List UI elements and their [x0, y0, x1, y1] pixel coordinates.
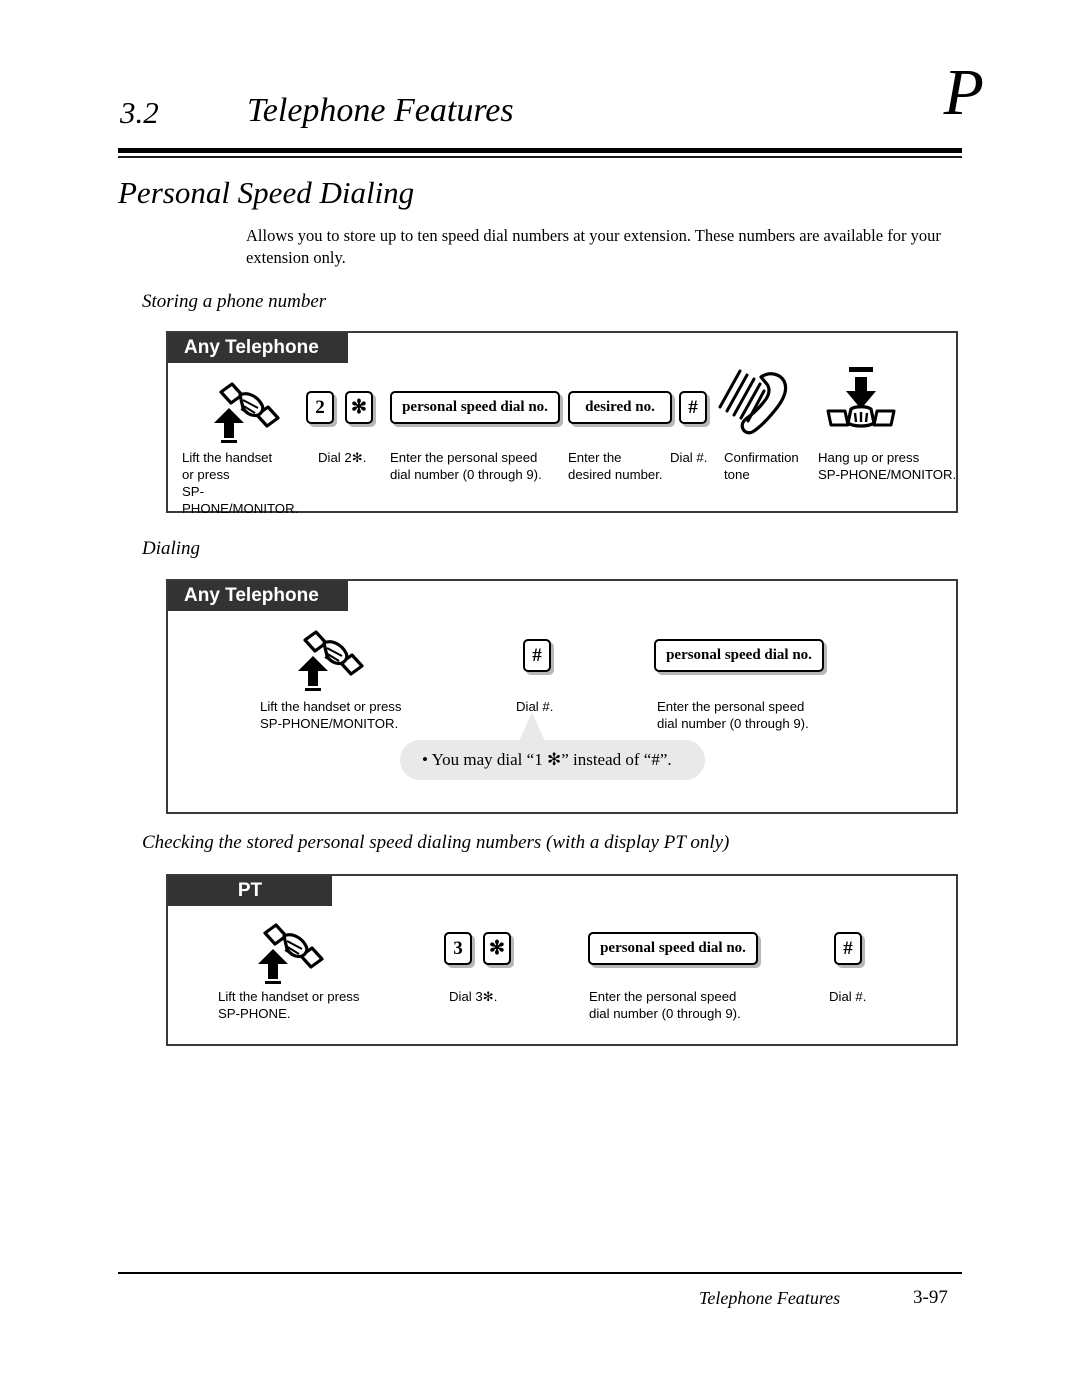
procedure-tab-any-telephone: Any Telephone — [168, 333, 348, 363]
lift-handset-icon — [286, 629, 366, 696]
section-number: 3.2 — [120, 95, 159, 130]
keycap-2[interactable]: 2 — [306, 391, 334, 424]
keycap-3[interactable]: 3 — [444, 932, 472, 965]
step-label-dial-hash: Dial #. — [829, 989, 867, 1004]
subheading-checking: Checking the stored personal speed diali… — [142, 832, 730, 853]
step-label-hang-up: Hang up or press SP-PHONE/MONITOR. — [818, 450, 957, 483]
field-personal-speed-dial-no[interactable]: personal speed dial no. — [654, 639, 824, 672]
keycap-hash[interactable]: # — [834, 932, 862, 965]
step-label-lift-handset: Lift the handset or press SP-PHONE. — [218, 989, 360, 1022]
thumb-index-letter: P — [943, 56, 984, 129]
field-desired-no[interactable]: desired no. — [568, 391, 672, 424]
keycap-hash[interactable]: # — [523, 639, 551, 672]
procedure-box-checking: PT Lift the handset or press SP-PHONE. 3… — [166, 874, 958, 1046]
lift-handset-icon — [246, 922, 326, 989]
subheading-storing: Storing a phone number — [142, 291, 327, 312]
step-label-enter-speed-dial-no: Enter the personal speed dial number (0 … — [390, 450, 542, 483]
note-callout: • You may dial “1 ✻” instead of “#”. — [400, 740, 705, 780]
keycap-hash[interactable]: # — [679, 391, 707, 424]
confirmation-tone-icon — [714, 365, 804, 450]
step-label-dial-3-star: Dial 3✻. — [449, 989, 498, 1004]
step-label-lift-handset: Lift the handset or press SP-PHONE/MONIT… — [182, 450, 299, 517]
procedure-tab-pt: PT — [168, 876, 332, 906]
page-header: 3.2 Telephone Features P — [0, 0, 1080, 170]
footer-rule — [118, 1272, 962, 1274]
feature-description: Allows you to store up to ten speed dial… — [246, 226, 941, 268]
step-label-enter-speed-dial-no: Enter the personal speed dial number (0 … — [657, 699, 809, 732]
step-label-enter-desired-number: Enter the desired number. — [568, 450, 663, 483]
procedure-box-storing: Any Telephone Lift the handset or press … — [166, 331, 958, 516]
step-label-enter-speed-dial-no: Enter the personal speed dial number (0 … — [589, 989, 741, 1022]
keycap-star[interactable]: ✻ — [483, 932, 511, 965]
subheading-dialing: Dialing — [142, 538, 201, 559]
keycap-star[interactable]: ✻ — [345, 391, 373, 424]
footer-title: Telephone Features — [699, 1288, 841, 1308]
page-title: Personal Speed Dialing — [118, 175, 415, 210]
section-title: Telephone Features — [247, 92, 514, 129]
step-label-confirmation-tone: Confirmation tone — [724, 450, 799, 483]
procedure-tab-any-telephone-2: Any Telephone — [168, 581, 348, 611]
footer-page-number: 3-97 — [913, 1287, 948, 1308]
lift-handset-icon — [202, 381, 282, 448]
field-personal-speed-dial-no[interactable]: personal speed dial no. — [390, 391, 560, 424]
header-rule-thick — [118, 148, 962, 153]
step-label-dial-hash: Dial #. — [670, 450, 708, 465]
header-rule-thin — [118, 156, 962, 158]
step-label-lift-handset: Lift the handset or press SP-PHONE/MONIT… — [260, 699, 402, 732]
field-personal-speed-dial-no[interactable]: personal speed dial no. — [588, 932, 758, 965]
hang-up-icon — [818, 365, 904, 442]
